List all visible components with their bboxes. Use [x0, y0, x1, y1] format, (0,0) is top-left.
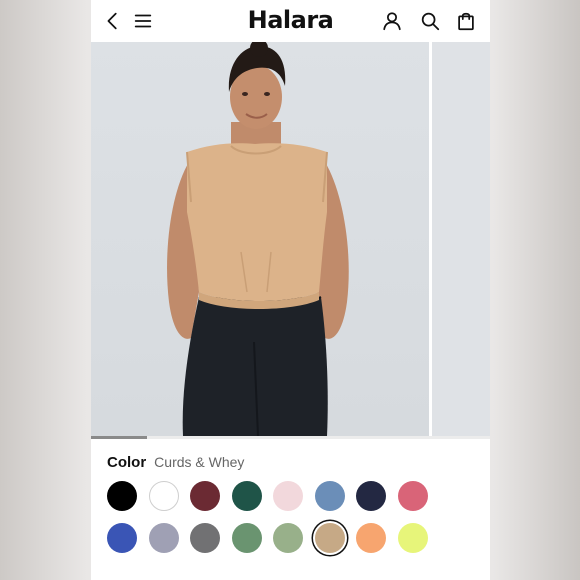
color-swatch[interactable]: [190, 481, 220, 511]
color-swatch[interactable]: [190, 523, 220, 553]
color-swatch[interactable]: [107, 523, 137, 553]
color-swatch[interactable]: [107, 481, 137, 511]
top-nav-bar: Halara: [91, 0, 490, 42]
model-illustration: [167, 42, 349, 436]
color-label: Color: [107, 454, 147, 471]
product-photo[interactable]: [91, 42, 429, 436]
crop-top: [187, 143, 327, 301]
carousel-progress-bar: [91, 436, 490, 439]
product-image-carousel[interactable]: [91, 42, 490, 436]
color-swatch[interactable]: [314, 523, 345, 553]
color-swatch[interactable]: [397, 523, 428, 553]
color-selector-header: Color Curds & Whey: [107, 454, 244, 474]
color-swatch[interactable]: [231, 523, 262, 553]
color-swatch[interactable]: [148, 523, 179, 553]
color-swatch[interactable]: [356, 481, 386, 511]
color-swatch[interactable]: [397, 481, 428, 511]
search-icon[interactable]: [418, 9, 442, 33]
next-product-photo-peek[interactable]: [432, 42, 490, 436]
color-swatch[interactable]: [356, 523, 386, 553]
selected-color-name: Curds & Whey: [154, 454, 245, 470]
color-swatch[interactable]: [314, 481, 345, 511]
color-swatch[interactable]: [273, 481, 303, 511]
color-swatch[interactable]: [148, 481, 179, 511]
carousel-progress-fill: [91, 436, 147, 439]
color-swatch[interactable]: [273, 523, 303, 553]
account-icon[interactable]: [380, 9, 404, 33]
product-page: Halara Color Curds & Whey: [91, 0, 490, 580]
color-swatch[interactable]: [231, 481, 262, 511]
bag-icon[interactable]: [454, 9, 478, 33]
